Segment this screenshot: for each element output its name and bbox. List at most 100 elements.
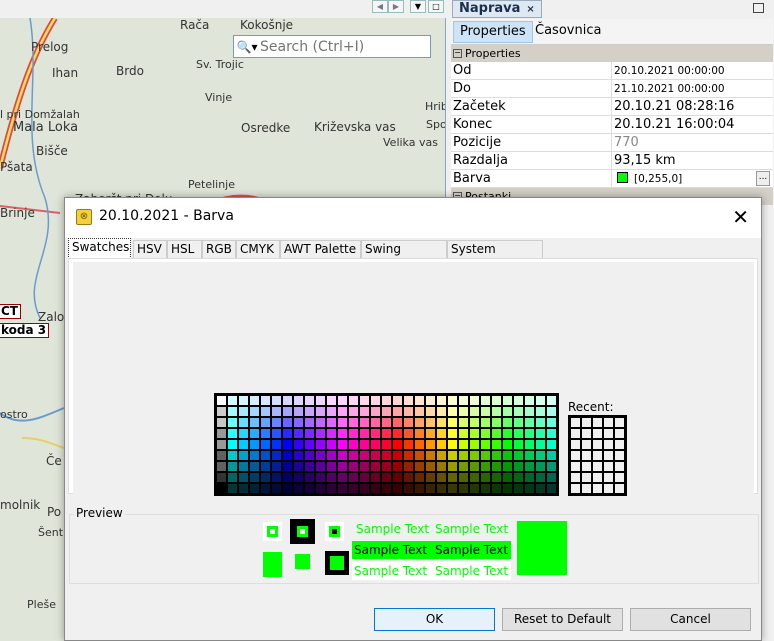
swatch-cell[interactable] [348, 417, 359, 428]
swatch-cell[interactable] [282, 439, 293, 450]
swatch-cell[interactable] [315, 439, 326, 450]
swatch-cell[interactable] [227, 450, 238, 461]
swatch-cell[interactable] [315, 406, 326, 417]
swatch-cell[interactable] [381, 450, 392, 461]
swatch-cell[interactable] [425, 428, 436, 439]
search-input[interactable] [260, 38, 425, 55]
swatch-cell[interactable] [447, 483, 458, 494]
recent-cell[interactable] [592, 472, 603, 483]
swatch-cell[interactable] [238, 428, 249, 439]
tab-casovnica[interactable]: Časovnica [529, 21, 607, 43]
swatch-cell[interactable] [491, 428, 502, 439]
swatch-cell[interactable] [216, 439, 227, 450]
swatch-cell[interactable] [337, 483, 348, 494]
swatch-cell[interactable] [491, 472, 502, 483]
swatch-cell[interactable] [480, 450, 491, 461]
recent-cell[interactable] [614, 483, 625, 494]
property-row-zacetek[interactable]: Začetek 20.10.21 08:28:16 [451, 98, 773, 116]
swatch-cell[interactable] [447, 406, 458, 417]
swatch-cell[interactable] [260, 406, 271, 417]
swatch-cell[interactable] [348, 395, 359, 406]
recent-cell[interactable] [592, 439, 603, 450]
swatch-cell[interactable] [546, 483, 557, 494]
cancel-button[interactable]: Cancel [630, 608, 751, 631]
swatch-cell[interactable] [480, 428, 491, 439]
swatch-cell[interactable] [524, 483, 535, 494]
swatch-cell[interactable] [282, 472, 293, 483]
swatch-cell[interactable] [381, 417, 392, 428]
swatch-cell[interactable] [392, 428, 403, 439]
swatch-cell[interactable] [216, 417, 227, 428]
swatch-cell[interactable] [392, 461, 403, 472]
swatch-cell[interactable] [513, 395, 524, 406]
property-row-od[interactable]: Od 20.10.2021 00:00:00 [451, 62, 773, 80]
swatch-cell[interactable] [524, 472, 535, 483]
swatch-cell[interactable] [359, 428, 370, 439]
swatch-cell[interactable] [513, 483, 524, 494]
swatch-cell[interactable] [227, 472, 238, 483]
swatch-cell[interactable] [403, 395, 414, 406]
swatch-cell[interactable] [414, 406, 425, 417]
swatch-cell[interactable] [469, 428, 480, 439]
swatch-cell[interactable] [502, 406, 513, 417]
recent-cell[interactable] [614, 428, 625, 439]
swatch-cell[interactable] [425, 406, 436, 417]
recent-cell[interactable] [614, 461, 625, 472]
swatch-cell[interactable] [260, 472, 271, 483]
vehicle-marker[interactable]: koda 3 [0, 323, 50, 338]
swatch-cell[interactable] [293, 417, 304, 428]
tab-system-palette[interactable]: System Palette [447, 240, 543, 273]
swatch-cell[interactable] [447, 461, 458, 472]
property-row-pozicije[interactable]: Pozicije 770 [451, 134, 773, 152]
close-icon[interactable]: × [526, 4, 534, 15]
swatch-cell[interactable] [370, 483, 381, 494]
swatch-cell[interactable] [502, 439, 513, 450]
swatch-cell[interactable] [348, 472, 359, 483]
magnifier-dropdown-icon[interactable]: 🔍▾ [234, 40, 260, 54]
swatch-cell[interactable] [414, 428, 425, 439]
swatch-cell[interactable] [315, 461, 326, 472]
swatch-cell[interactable] [458, 417, 469, 428]
swatch-cell[interactable] [293, 428, 304, 439]
recent-cell[interactable] [570, 450, 581, 461]
swatch-cell[interactable] [260, 439, 271, 450]
swatch-cell[interactable] [293, 461, 304, 472]
swatch-cell[interactable] [436, 472, 447, 483]
swatch-cell[interactable] [425, 417, 436, 428]
swatch-cell[interactable] [260, 417, 271, 428]
recent-cell[interactable] [603, 483, 614, 494]
swatch-cell[interactable] [249, 461, 260, 472]
swatch-cell[interactable] [216, 406, 227, 417]
swatch-cell[interactable] [249, 472, 260, 483]
swatch-cell[interactable] [469, 439, 480, 450]
swatch-cell[interactable] [315, 395, 326, 406]
tab-hsl[interactable]: HSL [167, 240, 202, 259]
swatch-cell[interactable] [491, 417, 502, 428]
swatch-cell[interactable] [348, 483, 359, 494]
swatch-cell[interactable] [469, 461, 480, 472]
swatch-cell[interactable] [337, 395, 348, 406]
swatch-cell[interactable] [381, 439, 392, 450]
tab-awt-palette[interactable]: AWT Palette [280, 240, 361, 259]
swatch-cell[interactable] [271, 450, 282, 461]
swatch-cell[interactable] [293, 439, 304, 450]
swatch-cell[interactable] [535, 461, 546, 472]
swatch-cell[interactable] [480, 406, 491, 417]
swatch-cell[interactable] [436, 461, 447, 472]
swatch-cell[interactable] [304, 428, 315, 439]
swatch-cell[interactable] [381, 461, 392, 472]
swatch-cell[interactable] [425, 472, 436, 483]
swatch-cell[interactable] [480, 461, 491, 472]
swatch-cell[interactable] [469, 417, 480, 428]
recent-cell[interactable] [592, 461, 603, 472]
swatch-cell[interactable] [403, 472, 414, 483]
section-header-properties[interactable]: − Properties [451, 45, 773, 62]
recent-swatches[interactable] [568, 415, 627, 496]
swatch-cell[interactable] [403, 483, 414, 494]
swatch-cell[interactable] [216, 461, 227, 472]
swatch-cell[interactable] [359, 483, 370, 494]
swatch-cell[interactable] [304, 395, 315, 406]
swatch-cell[interactable] [260, 395, 271, 406]
recent-cell[interactable] [603, 472, 614, 483]
swatch-cell[interactable] [238, 450, 249, 461]
